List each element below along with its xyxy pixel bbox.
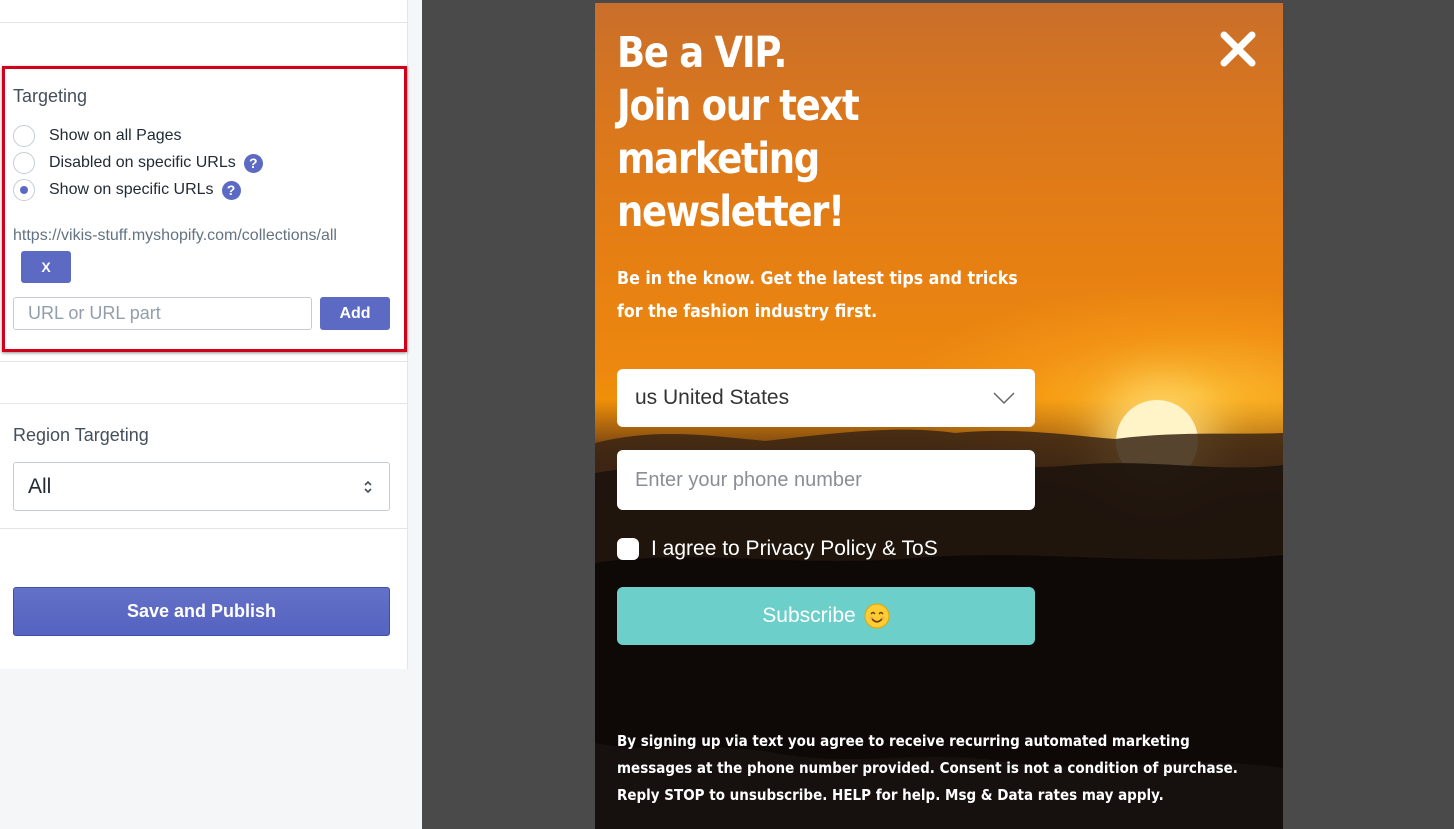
url-input[interactable]: URL or URL part bbox=[13, 297, 312, 330]
chevron-down-icon bbox=[993, 392, 1015, 405]
region-select[interactable]: All bbox=[13, 462, 390, 511]
popup-headline: Be a VIP. Join our text marketing newsle… bbox=[617, 27, 927, 239]
close-icon[interactable] bbox=[1218, 29, 1258, 69]
country-select-value: us United States bbox=[635, 386, 790, 409]
divider bbox=[0, 361, 407, 362]
radio-button[interactable] bbox=[13, 125, 35, 147]
radio-button[interactable] bbox=[13, 152, 35, 174]
remove-url-button[interactable]: X bbox=[21, 251, 71, 283]
popup-preview: Be a VIP. Join our text marketing newsle… bbox=[595, 3, 1283, 829]
radio-label: Show on all Pages bbox=[49, 127, 182, 144]
radio-show-specific-urls[interactable]: Show on specific URLs ? bbox=[13, 179, 241, 201]
headline-line: marketing bbox=[617, 134, 820, 184]
radio-label: Show on specific URLs bbox=[49, 181, 214, 198]
agree-label: I agree to Privacy Policy & ToS bbox=[651, 537, 938, 560]
select-arrows-icon bbox=[364, 480, 372, 494]
headline-line: Join our text bbox=[617, 81, 860, 131]
headline-line: Be a VIP. bbox=[617, 28, 787, 78]
targeting-title: Targeting bbox=[13, 86, 88, 106]
legal-disclaimer: By signing up via text you agree to rece… bbox=[617, 732, 1238, 804]
divider bbox=[0, 403, 407, 404]
save-and-publish-button[interactable]: Save and Publish bbox=[13, 587, 390, 636]
radio-disabled-specific-urls[interactable]: Disabled on specific URLs ? bbox=[13, 152, 263, 174]
targeted-url: https://vikis-stuff.myshopify.com/collec… bbox=[13, 227, 337, 244]
divider bbox=[0, 22, 407, 23]
settings-panel: Targeting Show on all Pages Disabled on … bbox=[0, 0, 408, 669]
divider bbox=[0, 528, 407, 529]
headline-line: newsletter! bbox=[617, 187, 845, 237]
subscribe-label: Subscribe bbox=[762, 604, 856, 627]
country-select[interactable]: us United States bbox=[617, 369, 1035, 427]
radio-show-all-pages[interactable]: Show on all Pages bbox=[13, 125, 182, 147]
region-targeting-title: Region Targeting bbox=[13, 425, 149, 445]
agree-checkbox[interactable] bbox=[617, 538, 639, 560]
help-icon[interactable]: ? bbox=[221, 180, 241, 200]
radio-label: Disabled on specific URLs bbox=[49, 154, 236, 171]
smiling-face-emoji-icon bbox=[864, 603, 890, 629]
help-icon[interactable]: ? bbox=[243, 153, 263, 173]
phone-number-input[interactable]: Enter your phone number bbox=[617, 450, 1035, 510]
region-select-value: All bbox=[28, 475, 52, 498]
radio-button-selected[interactable] bbox=[13, 179, 35, 201]
agree-row[interactable]: I agree to Privacy Policy & ToS bbox=[617, 536, 938, 562]
add-url-button[interactable]: Add bbox=[320, 297, 390, 330]
popup-subheading: Be in the know. Get the latest tips and … bbox=[617, 268, 1018, 322]
subscribe-button[interactable]: Subscribe bbox=[617, 587, 1035, 645]
